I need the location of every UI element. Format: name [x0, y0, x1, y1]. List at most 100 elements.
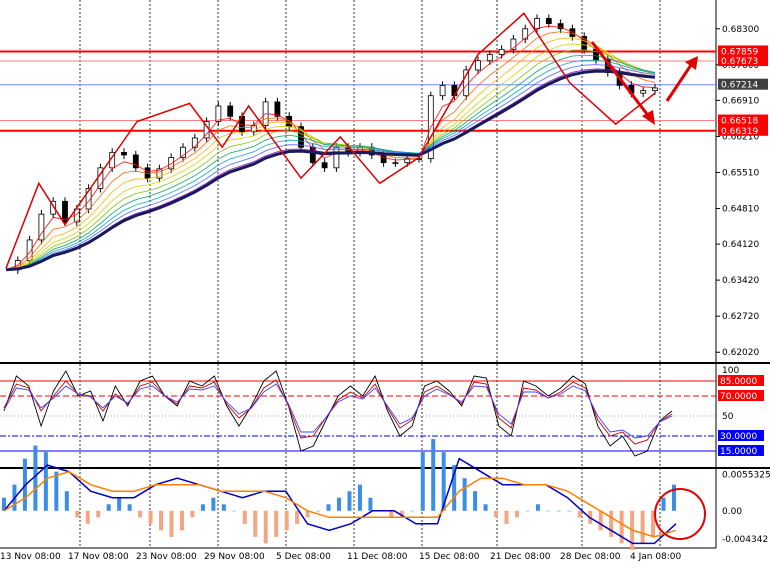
osc-level-label: 70.0000 [720, 392, 757, 402]
macd-histogram-bar [525, 510, 530, 512]
price-label: 0.66319 [721, 127, 758, 137]
macd-histogram-bar [169, 510, 174, 537]
macd-histogram-bar [190, 510, 195, 518]
macd-histogram-bar [64, 491, 69, 511]
candle-body [121, 151, 127, 156]
macd-histogram-bar [138, 510, 143, 518]
macd-histogram-bar [179, 510, 184, 531]
macd-histogram-bar [556, 510, 561, 512]
macd-histogram-bar [75, 510, 80, 518]
macd-histogram-bar [389, 510, 394, 518]
macd-histogram-bar [357, 484, 362, 511]
price-tick-label: 0.62720 [722, 312, 759, 322]
x-axis-label: 4 Jan 08:00 [630, 552, 682, 562]
macd-histogram-bar [295, 510, 300, 524]
x-axis-label: 23 Nov 08:00 [136, 552, 197, 562]
macd-histogram-bar [253, 510, 258, 537]
candle-body [652, 87, 658, 91]
candle-body [227, 105, 234, 117]
macd-histogram-bar [368, 497, 373, 511]
macd-histogram-bar [106, 504, 111, 511]
x-axis-label: 13 Nov 08:00 [0, 552, 61, 562]
osc-level-label: 30.0000 [720, 432, 757, 442]
macd-histogram-bar [117, 497, 122, 511]
macd-histogram-bar [274, 510, 279, 537]
macd-histogram-bar [546, 510, 551, 512]
osc-level-label: 85.0000 [720, 377, 757, 387]
macd-tick-label: 0.0055325 [722, 471, 770, 481]
candle-body [475, 60, 481, 71]
candle-body [640, 90, 647, 94]
candle-body [451, 85, 458, 97]
macd-histogram-bar [494, 510, 499, 518]
macd-histogram-bar [326, 504, 331, 511]
osc-level-label: 15.0000 [720, 447, 757, 457]
macd-histogram-bar [242, 510, 247, 524]
macd-histogram-bar [410, 510, 415, 512]
candle-body [380, 154, 387, 164]
macd-histogram-bar [567, 510, 572, 512]
price-tick-label: 0.62020 [722, 348, 759, 358]
candle-body [274, 101, 281, 117]
candle-body [333, 146, 340, 169]
macd-histogram-bar [54, 471, 59, 511]
price-tick-label: 0.68300 [722, 25, 759, 35]
macd-tick-label: -0.004342 [722, 535, 768, 545]
chart-svg: 0.683000.676000.669100.662100.655100.648… [0, 0, 770, 565]
trading-chart: 0.683000.676000.669100.662100.655100.648… [0, 0, 770, 565]
macd-histogram-bar [473, 491, 478, 511]
price-label: 0.67673 [721, 57, 758, 67]
macd-histogram-bar [316, 510, 321, 512]
candle-body [498, 48, 505, 55]
candle-body [522, 28, 529, 40]
candle-body [439, 85, 446, 97]
macd-histogram-bar [483, 504, 488, 511]
macd-histogram-bar [420, 452, 425, 511]
macd-histogram-bar [211, 497, 216, 511]
price-tick-label: 0.64810 [722, 205, 759, 215]
macd-histogram-bar [284, 510, 289, 531]
candle-body [486, 54, 493, 62]
macd-histogram-bar [347, 491, 352, 511]
macd-histogram-bar [127, 504, 132, 511]
macd-histogram-bar [504, 510, 509, 524]
macd-histogram-bar [640, 510, 645, 544]
candle-body [545, 18, 552, 25]
macd-histogram-bar [514, 510, 519, 518]
price-tick-label: 0.63420 [722, 276, 759, 286]
macd-histogram-bar [661, 497, 666, 511]
x-axis-label: 15 Dec 08:00 [419, 552, 480, 562]
x-axis-label: 28 Dec 08:00 [560, 552, 621, 562]
macd-histogram-bar [577, 510, 582, 518]
macd-histogram-bar [200, 504, 205, 511]
x-axis-label: 5 Dec 08:00 [276, 552, 331, 562]
macd-histogram-bar [159, 510, 164, 531]
macd-histogram-bar [263, 510, 268, 544]
macd-histogram-bar [431, 439, 436, 511]
macd-histogram-bar [609, 510, 614, 537]
candle-body [321, 162, 328, 169]
macd-histogram-bar [232, 510, 237, 512]
macd-histogram-bar [85, 510, 90, 524]
price-label: 0.67214 [721, 81, 758, 91]
price-tick-label: 0.66910 [722, 96, 759, 106]
x-axis-label: 29 Nov 08:00 [204, 552, 265, 562]
x-axis-label: 17 Nov 08:00 [68, 552, 129, 562]
macd-histogram-bar [221, 504, 226, 511]
osc-tick-label: 50 [722, 412, 734, 422]
macd-histogram-bar [96, 510, 101, 518]
macd-histogram-bar [462, 478, 467, 511]
candle-body [191, 137, 198, 148]
candle-body [534, 18, 540, 30]
macd-histogram-bar [535, 504, 540, 511]
candle-body [215, 105, 222, 122]
macd-histogram-bar [148, 510, 153, 524]
x-axis-label: 11 Dec 08:00 [347, 552, 408, 562]
price-tick-label: 0.65510 [722, 168, 759, 178]
osc-tick-label: 100 [722, 366, 739, 376]
macd-tick-label: 0.00 [722, 507, 742, 517]
price-tick-label: 0.64120 [722, 240, 759, 250]
macd-histogram-bar [619, 510, 624, 544]
candle-body [392, 162, 399, 165]
macd-histogram-bar [337, 497, 341, 511]
